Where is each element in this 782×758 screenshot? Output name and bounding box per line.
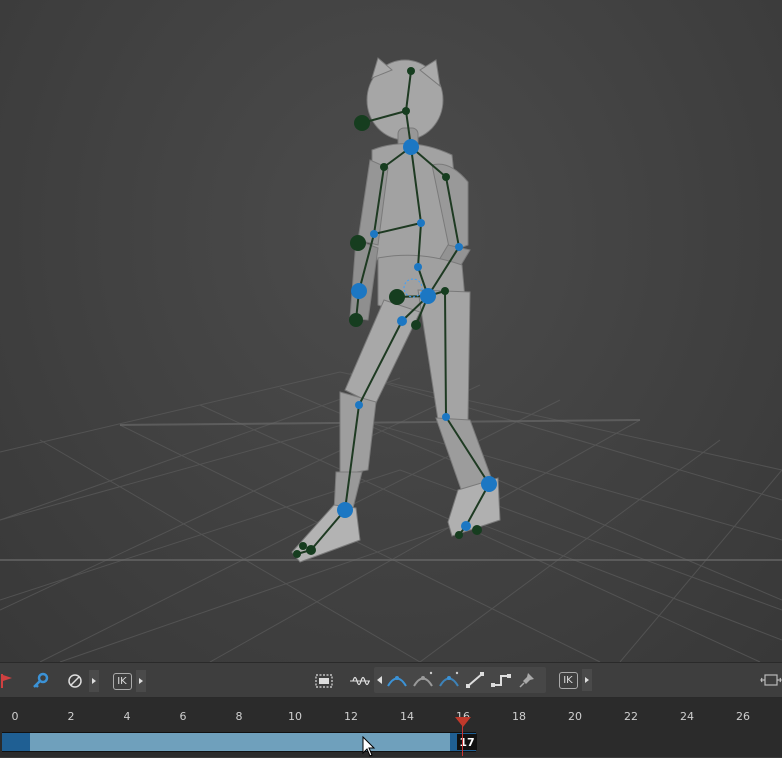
- fit-icon[interactable]: [760, 669, 782, 691]
- joint-l-elbow-ik: [350, 235, 366, 251]
- joint-head: [402, 107, 410, 115]
- joint-l-hip: [397, 316, 407, 326]
- tick-label: 2: [67, 710, 75, 723]
- playhead-marker[interactable]: [455, 717, 471, 727]
- joint-spine: [417, 219, 425, 227]
- joint-l-wrist: [351, 283, 367, 299]
- tangent-collapse-arrow-icon[interactable]: [376, 669, 384, 691]
- timeline-ruler[interactable]: 0 2 4 6 8 10 12 14 16 18 20 22 24 26: [0, 698, 782, 728]
- tick-label: 8: [235, 710, 243, 723]
- tangent-tools-group: [374, 667, 546, 693]
- joint-l-toe: [299, 542, 307, 550]
- floor-grid-major: [0, 419, 782, 561]
- character-mesh: [291, 57, 501, 563]
- tick-label: 26: [736, 710, 750, 723]
- step-tangent-icon[interactable]: [490, 669, 512, 691]
- joint-r-finger: [411, 320, 421, 330]
- pin-tangent-icon[interactable]: [516, 669, 538, 691]
- joint-l-knee: [355, 401, 363, 409]
- joint-r-shoulder: [442, 173, 450, 181]
- auto-tangent-icon[interactable]: [386, 669, 408, 691]
- linear-tangent-icon[interactable]: [464, 669, 486, 691]
- tick-label: 4: [123, 710, 131, 723]
- timeline[interactable]: 0 2 4 6 8 10 12 14 16 18 20 22 24 26 17: [0, 698, 782, 757]
- linear-auto-tangent-icon[interactable]: [438, 669, 460, 691]
- joint-r-hip: [441, 287, 449, 295]
- joint-r-ankle: [481, 476, 497, 492]
- joint-hips: [420, 288, 436, 304]
- playback-range-bar[interactable]: [2, 732, 476, 752]
- no-entry-icon[interactable]: [65, 670, 85, 692]
- waveform-icon[interactable]: [348, 670, 372, 692]
- no-entry-dropdown[interactable]: [89, 670, 99, 692]
- range-start-handle[interactable]: [2, 733, 30, 751]
- joint-head-top: [407, 67, 415, 75]
- tick-label: 0: [11, 710, 19, 723]
- joint-r-toe: [472, 525, 482, 535]
- joint-r-elbow: [455, 243, 463, 251]
- joint-r-hand: [389, 289, 405, 305]
- tick-label: 22: [624, 710, 638, 723]
- tick-label: 24: [680, 710, 694, 723]
- key-icon[interactable]: [30, 670, 50, 692]
- frame-icon[interactable]: [313, 670, 335, 692]
- joint-neck: [403, 139, 419, 155]
- joint-r-knee: [442, 413, 450, 421]
- ik-left-button[interactable]: IK: [112, 670, 132, 692]
- joint-jaw: [354, 115, 370, 131]
- floor-grid: [0, 371, 782, 662]
- ik-right-dropdown[interactable]: [582, 669, 592, 691]
- current-frame-label: 17: [457, 734, 477, 750]
- joint-l-ball: [306, 545, 316, 555]
- smooth-tangent-icon[interactable]: [412, 669, 434, 691]
- tick-label: 18: [512, 710, 526, 723]
- mouse-cursor-icon: [362, 736, 376, 757]
- scene-svg[interactable]: [0, 0, 782, 662]
- joint-l-shoulder: [380, 163, 388, 171]
- ik-right-button[interactable]: IK: [558, 669, 578, 691]
- tick-label: 6: [179, 710, 187, 723]
- flag-icon[interactable]: [0, 670, 14, 692]
- tick-label: 10: [288, 710, 302, 723]
- joint-chest-low: [414, 263, 422, 271]
- ik-left-label: IK: [112, 672, 132, 690]
- joint-l-elbow: [370, 230, 378, 238]
- ik-left-dropdown[interactable]: [136, 670, 146, 692]
- ik-right-label: IK: [558, 671, 578, 689]
- joint-l-toe-end: [293, 550, 301, 558]
- joint-r-ball: [461, 521, 471, 531]
- joint-l-hand: [349, 313, 363, 327]
- timeline-track[interactable]: 17: [0, 730, 782, 754]
- tick-label: 12: [344, 710, 358, 723]
- 3d-viewport[interactable]: [0, 0, 782, 662]
- tick-label: 20: [568, 710, 582, 723]
- joint-r-toe-end: [455, 531, 463, 539]
- joint-l-ankle: [337, 502, 353, 518]
- tick-label: 14: [400, 710, 414, 723]
